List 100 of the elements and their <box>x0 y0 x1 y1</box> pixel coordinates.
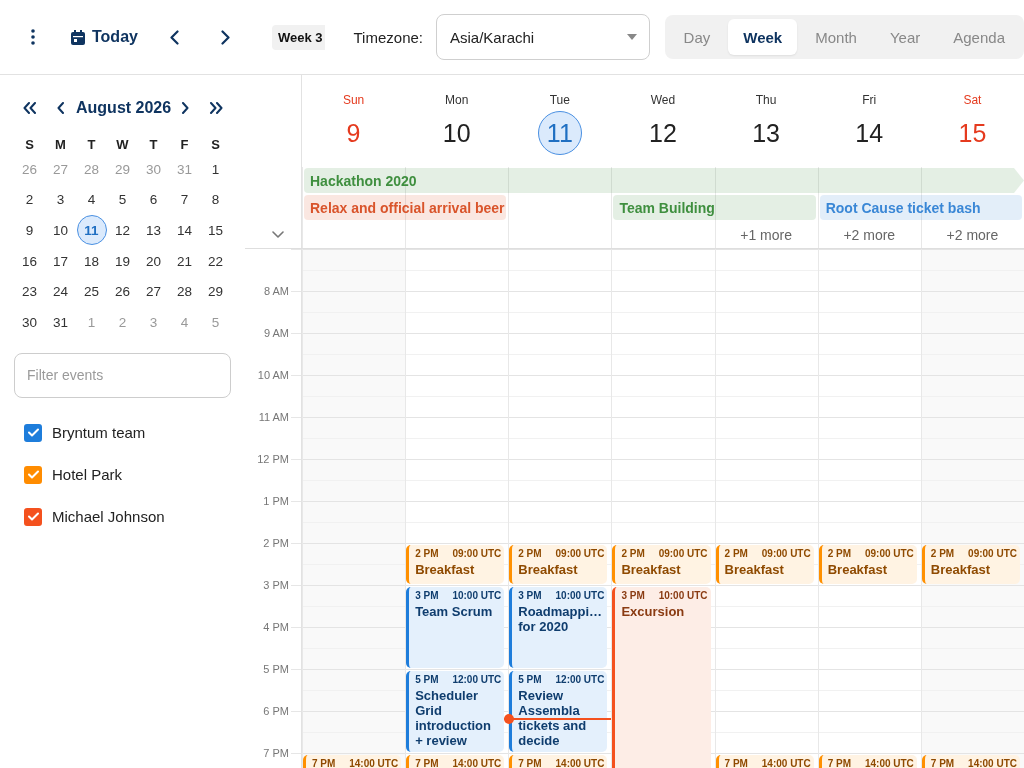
event-card[interactable]: 3 PM 10:00 UTC Roadmappi… for 2020 <box>509 587 608 668</box>
event-card[interactable]: 2 PM 09:00 UTC Breakfast <box>921 545 1020 584</box>
event-time: 7 PM <box>415 758 439 768</box>
date-cell[interactable]: 24 <box>45 276 76 307</box>
event-time: 5 PM <box>415 674 439 686</box>
date-cell[interactable]: 19 <box>107 246 138 277</box>
event-title: Scheduler Grid introduction + review <box>415 688 492 748</box>
event-utc-time: 12:00 UTC <box>452 674 502 686</box>
day-number[interactable]: 15 <box>950 111 995 155</box>
event-utc-time: 09:00 UTC <box>658 548 708 560</box>
event-card[interactable]: 7 PM 14:00 UTC <box>406 755 505 768</box>
event-card[interactable]: 3 PM 10:00 UTC Team Scrum <box>406 587 505 668</box>
date-cell[interactable]: 15 <box>200 215 231 246</box>
day-number[interactable]: 13 <box>744 111 789 155</box>
date-cell[interactable]: 5 <box>107 184 138 215</box>
event-card[interactable]: 2 PM 09:00 UTC Breakfast <box>715 545 814 584</box>
date-cell[interactable]: 7 <box>169 184 200 215</box>
menu-icon <box>31 29 35 45</box>
date-cell[interactable]: 2 <box>14 184 45 215</box>
date-cell[interactable]: 3 <box>45 184 76 215</box>
date-cell[interactable]: 27 <box>138 276 169 307</box>
hour-label: 9 AM <box>262 326 290 341</box>
event-card[interactable]: 7 PM 14:00 UTC <box>303 755 402 768</box>
date-cell[interactable]: 16 <box>14 246 45 277</box>
date-cell[interactable]: 17 <box>45 246 76 277</box>
month-title: August 2026 <box>76 99 169 117</box>
event-title: Breakfast <box>724 562 785 577</box>
date-cell[interactable]: 11 <box>76 215 107 246</box>
date-cell[interactable]: 14 <box>169 215 200 246</box>
date-cell[interactable]: 18 <box>76 246 107 277</box>
event-time: 7 PM <box>724 758 748 768</box>
expand-button[interactable] <box>269 229 286 240</box>
checkbox[interactable] <box>24 465 42 484</box>
hour-label: 2 PM <box>262 536 290 551</box>
day-number[interactable]: 14 <box>847 111 892 155</box>
event-time: 7 PM <box>930 758 955 768</box>
event-card[interactable]: 7 PM 14:00 UTC <box>509 755 608 768</box>
day-number[interactable]: 10 <box>434 111 479 155</box>
event-title: Breakfast <box>518 562 579 577</box>
event-utc-time: 09:00 UTC <box>452 548 502 560</box>
event-card[interactable]: 2 PM 09:00 UTC Breakfast <box>818 545 917 584</box>
date-cell[interactable]: 4 <box>76 184 107 215</box>
event-utc-time: 12:00 UTC <box>555 674 605 686</box>
date-cell[interactable]: 29 <box>200 276 231 307</box>
date-cell[interactable]: 30 <box>14 307 45 338</box>
date-cell[interactable]: 31 <box>45 307 76 338</box>
event-card[interactable]: 5 PM 12:00 UTC Scheduler Grid introduction + review <box>406 671 505 752</box>
check-icon <box>27 470 39 480</box>
date-cell[interactable]: 23 <box>14 276 45 307</box>
event-card[interactable]: 7 PM 14:00 UTC <box>818 755 917 768</box>
day-number[interactable]: 9 <box>331 111 376 155</box>
hour-label: 11 AM <box>257 410 290 425</box>
day-number[interactable]: 11 <box>537 111 582 155</box>
event-time: 3 PM <box>415 590 439 602</box>
event-utc-time: 14:00 UTC <box>452 758 502 768</box>
event-time: 7 PM <box>827 758 852 768</box>
checkbox[interactable] <box>24 423 42 442</box>
event-card[interactable]: 7 PM 14:00 UTC <box>715 755 814 768</box>
event-time: 2 PM <box>930 548 955 560</box>
date-cell[interactable]: 10 <box>45 215 76 246</box>
event-card[interactable]: 2 PM 09:00 UTC Breakfast <box>509 545 608 584</box>
date-cell[interactable]: 8 <box>200 184 231 215</box>
event-card[interactable]: 2 PM 09:00 UTC Breakfast <box>612 545 711 584</box>
hour-label: 7 PM <box>262 746 290 761</box>
event-time: 3 PM <box>621 590 645 602</box>
checkbox[interactable] <box>24 507 42 526</box>
date-cell[interactable]: 13 <box>138 215 169 246</box>
event-title: Breakfast <box>930 562 992 577</box>
more-events-link[interactable]: +2 more <box>817 226 921 243</box>
date-cell[interactable]: 9 <box>14 215 45 246</box>
date-cell[interactable]: 22 <box>200 246 231 277</box>
hour-label: 3 PM <box>262 578 290 593</box>
today-button[interactable]: Today <box>65 22 144 52</box>
timezone-select[interactable]: Asia/Karachi <box>436 14 650 60</box>
event-title: Breakfast <box>415 562 476 577</box>
double-chevron-right-icon <box>208 102 223 114</box>
event-title: Roadmappi… for 2020 <box>518 604 604 634</box>
date-cell[interactable]: 6 <box>138 184 169 215</box>
date-cell[interactable]: 21 <box>169 246 200 277</box>
filter-field[interactable]: Filter events <box>14 352 231 398</box>
view-tab[interactable]: Week <box>728 19 798 55</box>
day-number[interactable]: 12 <box>641 111 685 155</box>
date-cell[interactable]: 26 <box>107 276 138 307</box>
chevron-left-icon <box>169 29 179 45</box>
date-cell[interactable]: 28 <box>169 276 200 307</box>
event-time: 7 PM <box>518 758 542 768</box>
event-card[interactable]: 3 PM 10:00 UTC Excursion <box>612 587 711 768</box>
date-cell[interactable]: 1 <box>200 154 231 185</box>
event-card[interactable]: 7 PM 14:00 UTC <box>921 755 1020 768</box>
event-utc-time: 09:00 UTC <box>968 548 1017 560</box>
event-title: Team Scrum <box>415 604 494 619</box>
more-events-link[interactable]: +2 more <box>920 226 1024 243</box>
weekday-label: W <box>115 136 130 152</box>
weekday-label: T <box>148 136 159 152</box>
date-cell[interactable]: 25 <box>76 276 107 307</box>
more-events-link[interactable]: +1 more <box>714 226 818 243</box>
date-cell[interactable]: 12 <box>107 215 138 246</box>
date-cell[interactable]: 20 <box>138 246 169 277</box>
event-card[interactable]: 5 PM 12:00 UTC Review Assembla tickets and decide <box>509 671 608 752</box>
event-card[interactable]: 2 PM 09:00 UTC Breakfast <box>406 545 505 584</box>
